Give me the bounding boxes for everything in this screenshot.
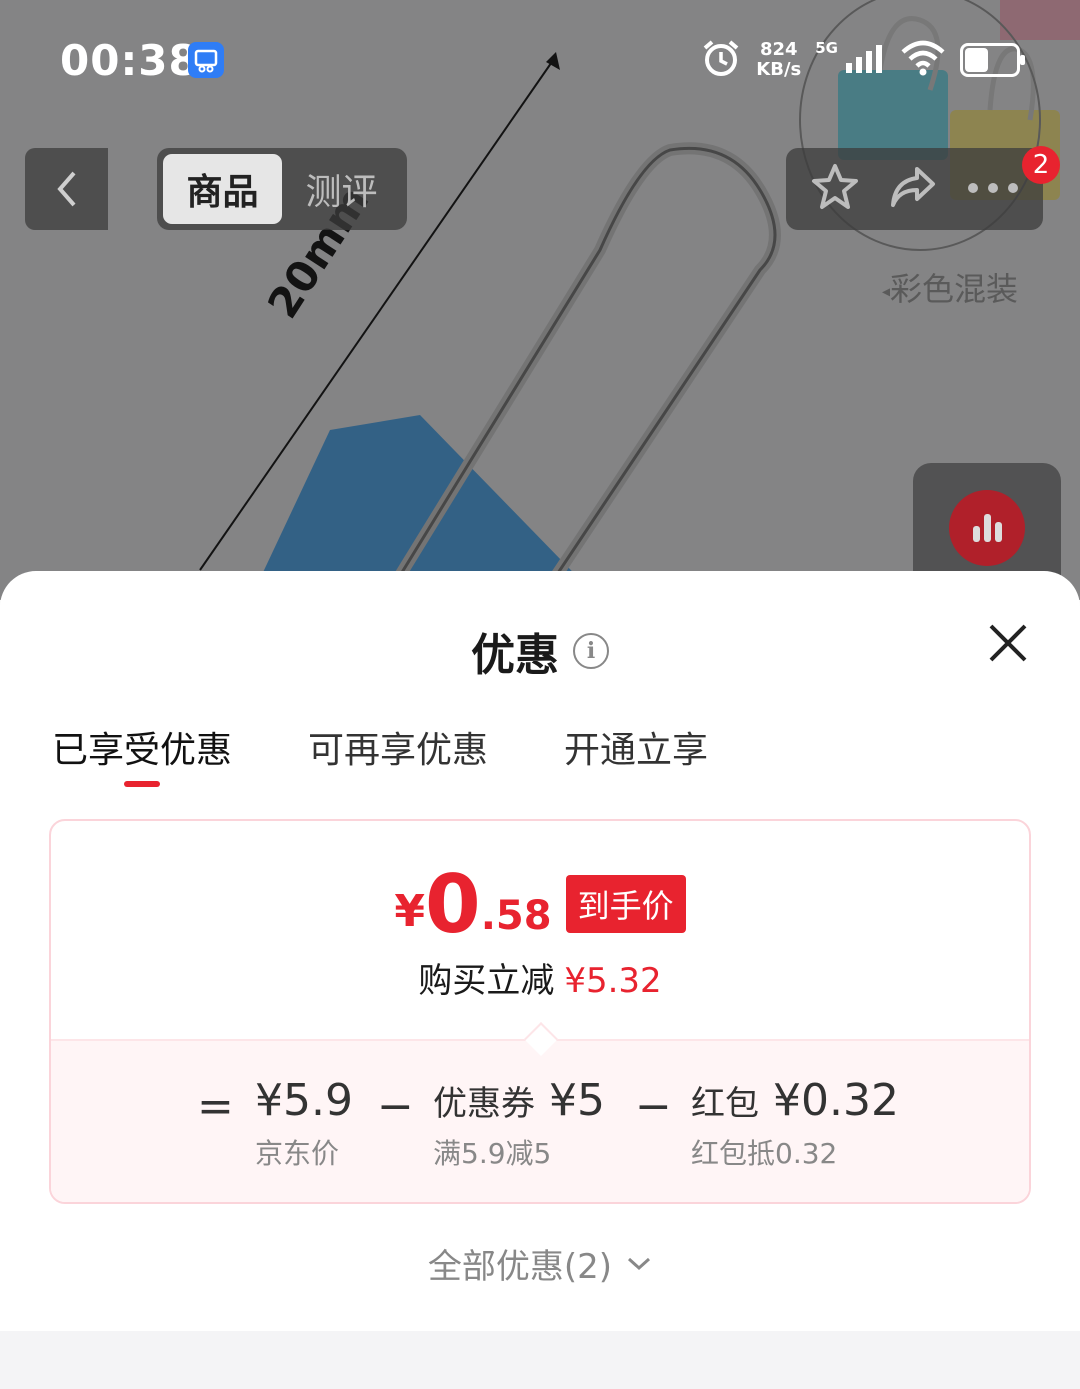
bar-chart-icon — [973, 514, 1002, 542]
notch — [524, 1022, 558, 1056]
share-icon[interactable] — [887, 163, 939, 215]
signal-icon — [844, 43, 886, 77]
tab-product[interactable]: 商品 — [163, 154, 282, 224]
bottom-strip — [0, 1331, 1080, 1389]
breakdown-red-packet: 红包 ¥0.32 红包抵0.32 — [691, 1075, 899, 1172]
color-option-label: ◂彩色混装 — [882, 270, 1019, 308]
favorite-star-icon[interactable] — [809, 162, 861, 216]
price-integer: 0 — [425, 858, 481, 951]
red-packet-value: ¥0.32 — [773, 1075, 899, 1126]
tab-activate-discounts[interactable]: 开通立享 — [564, 721, 708, 789]
minus-sign: − — [635, 1081, 672, 1132]
price-breakdown: = ¥5.9 京东价 − 优惠券 ¥5 满5.9减5 − 红包 ¥0.32 红包… — [51, 1022, 1029, 1202]
tab-review[interactable]: 测评 — [282, 154, 401, 224]
jd-price-label: 京东价 — [255, 1137, 340, 1170]
sheet-header: 优惠 i — [0, 619, 1080, 683]
notification-badge: 2 — [1022, 146, 1060, 184]
final-price-tag: 到手价 — [565, 875, 686, 933]
status-bar: 00:38 824 KB/s 5G — [0, 0, 1080, 120]
red-packet-label: 红包 — [691, 1084, 759, 1124]
equals-sign: = — [197, 1081, 234, 1132]
sheet-title: 优惠 — [471, 630, 559, 681]
all-discounts-label: 全部优惠(2) — [427, 1247, 613, 1287]
price-currency: ¥ — [394, 886, 426, 937]
coupon-label: 优惠券 — [433, 1084, 535, 1124]
battery-icon — [960, 43, 1025, 77]
jd-price-value: ¥5.9 — [255, 1075, 353, 1126]
coupon-condition: 满5.9减5 — [433, 1137, 552, 1170]
chevron-down-icon — [628, 1257, 651, 1270]
reduction-amount: ¥5.32 — [564, 961, 662, 1001]
chevron-left-icon — [56, 171, 76, 207]
nav-actions — [786, 148, 1043, 230]
price-decimal: .58 — [480, 893, 552, 939]
reduction-label: 购买立减 — [418, 961, 555, 1001]
red-packet-detail: 红包抵0.32 — [691, 1137, 838, 1170]
wifi-icon — [900, 38, 946, 82]
close-button[interactable] — [986, 621, 1030, 665]
all-discounts-toggle[interactable]: 全部优惠(2) — [0, 1239, 1080, 1288]
info-icon[interactable]: i — [573, 633, 609, 669]
discount-tabs: 已享受优惠 可再享优惠 开通立享 — [52, 721, 708, 789]
network-type: 5G — [815, 39, 838, 57]
more-icon[interactable] — [966, 180, 1020, 199]
price-card: ¥ 0 .58 到手价 购买立减 ¥5.32 = ¥5.9 京东价 − 优惠券 ¥… — [49, 819, 1031, 1204]
screenshot-app-icon — [188, 42, 224, 78]
alarm-icon — [700, 37, 742, 83]
instant-reduction: 购买立减 ¥5.32 — [51, 953, 1029, 1002]
tab-enjoyed-discounts[interactable]: 已享受优惠 — [52, 721, 232, 789]
back-button[interactable] — [25, 148, 108, 230]
coupon-value: ¥5 — [549, 1075, 605, 1126]
page-segmented-tabs: 商品 测评 — [157, 148, 407, 230]
final-price: ¥ 0 .58 到手价 — [51, 865, 1029, 945]
discount-sheet: 优惠 i 已享受优惠 可再享优惠 开通立享 ¥ 0 .58 到手价 购买立减 ¥5… — [0, 571, 1080, 1331]
breakdown-jd-price: ¥5.9 京东价 — [255, 1075, 353, 1172]
tab-more-discounts[interactable]: 可再享优惠 — [308, 721, 488, 789]
minus-sign: − — [377, 1081, 414, 1132]
breakdown-coupon: 优惠券 ¥5 满5.9减5 — [433, 1075, 605, 1172]
net-speed: 824 KB/s — [756, 39, 802, 80]
clock: 00:38 — [60, 36, 199, 85]
close-icon — [989, 624, 1027, 662]
